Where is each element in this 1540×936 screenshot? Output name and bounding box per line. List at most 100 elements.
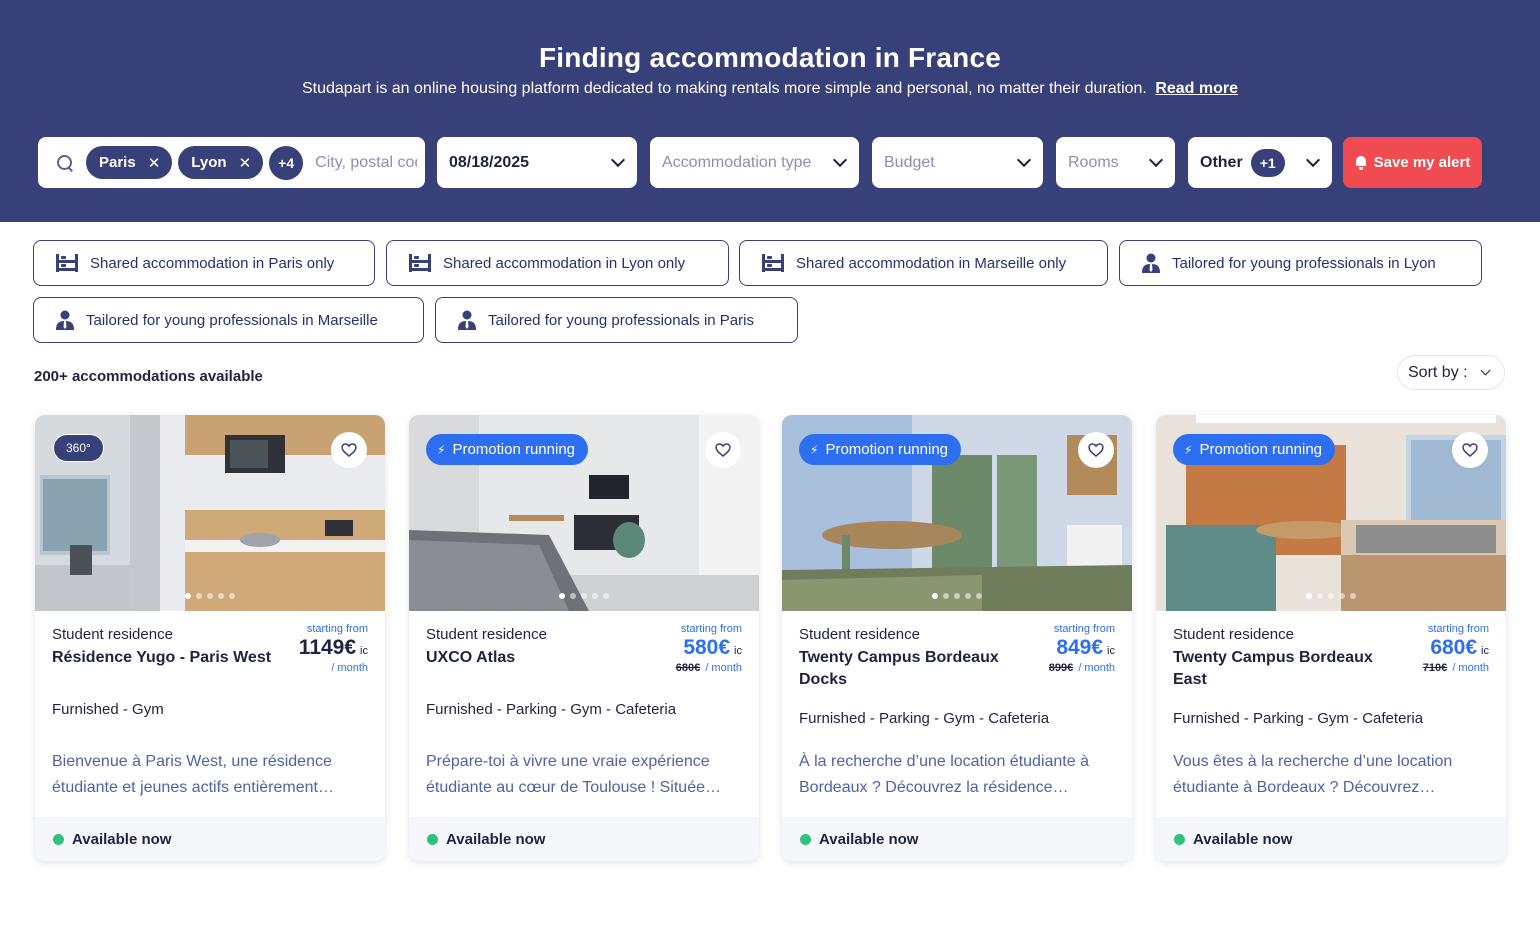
listing-price: starting from 680€ ic 710€ / month bbox=[1423, 623, 1489, 674]
listing-type: Student residence bbox=[52, 626, 173, 643]
price-suffix: ic bbox=[360, 645, 368, 657]
favorite-button[interactable] bbox=[705, 432, 741, 468]
availability-status: Available now bbox=[35, 817, 385, 861]
listing-card[interactable]: ⚡ Promotion running Student residence UXC… bbox=[409, 415, 759, 861]
listing-price: starting from 1149€ ic / month bbox=[299, 623, 368, 674]
location-tag-label: Lyon bbox=[191, 154, 227, 171]
favorite-button[interactable] bbox=[1452, 432, 1488, 468]
listing-name: Résidence Yugo - Paris West bbox=[52, 649, 272, 666]
favorite-button[interactable] bbox=[331, 432, 367, 468]
professional-person-icon bbox=[458, 310, 476, 330]
chip-professionals-paris[interactable]: Tailored for young professionals in Pari… bbox=[435, 297, 798, 343]
price-value: 580€ bbox=[683, 636, 731, 659]
bunk-bed-icon bbox=[762, 254, 784, 272]
heart-icon bbox=[715, 443, 731, 457]
other-label-text: Other bbox=[1200, 153, 1243, 171]
old-price: 899€ bbox=[1048, 662, 1074, 674]
lightning-icon: ⚡ bbox=[437, 442, 446, 457]
chevron-down-icon bbox=[1148, 152, 1164, 168]
chip-label: Shared accommodation in Marseille only bbox=[796, 254, 1067, 272]
chip-shared-paris[interactable]: Shared accommodation in Paris only bbox=[33, 240, 375, 286]
rooms-select[interactable]: Rooms bbox=[1056, 137, 1175, 188]
read-more-link[interactable]: Read more bbox=[1155, 80, 1238, 97]
price-prefix: starting from bbox=[1053, 623, 1115, 635]
chevron-down-icon bbox=[1305, 152, 1321, 168]
chip-label: Tailored for young professionals in Lyon bbox=[1172, 254, 1436, 272]
accommodation-type-select[interactable]: Accommodation type bbox=[650, 137, 859, 188]
date-select[interactable]: 08/18/2025 bbox=[437, 137, 637, 188]
chip-shared-lyon[interactable]: Shared accommodation in Lyon only bbox=[386, 240, 729, 286]
photo-pagination[interactable] bbox=[782, 593, 1132, 599]
chevron-down-icon bbox=[1480, 365, 1491, 376]
price-period: 680€ / month bbox=[676, 662, 742, 674]
chip-label: Tailored for young professionals in Pari… bbox=[488, 311, 754, 329]
listing-card[interactable]: 360° Student residence Résidence Yugo - … bbox=[35, 415, 385, 861]
bunk-bed-icon bbox=[56, 254, 78, 272]
price-amount: 849€ ic bbox=[1049, 636, 1115, 660]
date-value: 08/18/2025 bbox=[449, 153, 530, 171]
photo-pagination[interactable] bbox=[1156, 593, 1506, 599]
price-suffix: ic bbox=[1107, 645, 1115, 657]
hero-banner: Finding accommodation in France Studapar… bbox=[0, 0, 1540, 222]
search-input[interactable]: City, postal code bbox=[315, 154, 417, 172]
save-alert-button[interactable]: Save my alert bbox=[1343, 137, 1482, 188]
listing-description: Bienvenue à Paris West, une résidence ét… bbox=[52, 753, 334, 796]
availability-status: Available now bbox=[409, 817, 759, 861]
listing-photo[interactable]: ⚡ Promotion running bbox=[409, 415, 759, 611]
listing-photo[interactable]: ⚡ Promotion running bbox=[1156, 415, 1506, 611]
price-period-text: / month bbox=[1452, 662, 1489, 674]
lightning-icon: ⚡ bbox=[810, 442, 819, 457]
favorite-button[interactable] bbox=[1078, 432, 1114, 468]
more-locations-badge[interactable]: +4 bbox=[269, 145, 304, 180]
listing-card[interactable]: ⚡ Promotion running Student residence Twe… bbox=[782, 415, 1132, 861]
old-price: 680€ bbox=[675, 662, 701, 674]
chip-professionals-lyon[interactable]: Tailored for young professionals in Lyon bbox=[1119, 240, 1482, 286]
listing-photo[interactable]: 360° bbox=[35, 415, 385, 611]
availability-text: Available now bbox=[1193, 830, 1293, 848]
budget-select[interactable]: Budget bbox=[872, 137, 1043, 188]
close-icon[interactable]: ✕ bbox=[148, 154, 161, 172]
chevron-down-icon bbox=[1016, 152, 1032, 168]
promotion-badge: ⚡ Promotion running bbox=[799, 434, 962, 465]
other-filters-count: +1 bbox=[1250, 148, 1285, 177]
professional-person-icon bbox=[1142, 253, 1160, 273]
listing-description: Prépare-toi à vivre une vraie expérience… bbox=[426, 753, 721, 796]
rooms-label: Rooms bbox=[1068, 153, 1119, 171]
search-icon bbox=[56, 154, 74, 172]
chip-shared-marseille[interactable]: Shared accommodation in Marseille only bbox=[739, 240, 1108, 286]
old-price: 710€ bbox=[1422, 662, 1448, 674]
listing-name: UXCO Atlas bbox=[426, 649, 516, 666]
listing-photo[interactable]: ⚡ Promotion running bbox=[782, 415, 1132, 611]
listing-price: starting from 849€ ic 899€ / month bbox=[1049, 623, 1115, 674]
price-amount: 580€ ic bbox=[676, 636, 742, 660]
listing-card[interactable]: ⚡ Promotion running Student residence Twe… bbox=[1156, 415, 1506, 861]
close-icon[interactable]: ✕ bbox=[239, 154, 252, 172]
price-prefix: starting from bbox=[306, 623, 368, 635]
accommodation-type-label: Accommodation type bbox=[662, 153, 812, 171]
price-period-text: / month bbox=[331, 662, 368, 674]
promotion-label: Promotion running bbox=[825, 441, 949, 458]
promotion-badge: ⚡ Promotion running bbox=[1173, 434, 1336, 465]
photo-pagination[interactable] bbox=[35, 593, 385, 599]
promotion-label: Promotion running bbox=[452, 441, 576, 458]
promotion-label: Promotion running bbox=[1199, 441, 1323, 458]
price-suffix: ic bbox=[734, 645, 742, 657]
location-tag-paris[interactable]: Paris ✕ bbox=[86, 146, 173, 179]
price-period: / month bbox=[299, 662, 368, 674]
chip-professionals-marseille[interactable]: Tailored for young professionals in Mars… bbox=[33, 297, 424, 343]
location-tag-lyon[interactable]: Lyon ✕ bbox=[178, 146, 264, 179]
lightning-icon: ⚡ bbox=[1184, 442, 1193, 457]
price-period-text: / month bbox=[1078, 662, 1115, 674]
listing-features: Furnished - Parking - Gym - Cafeteria bbox=[799, 710, 1050, 727]
sort-dropdown[interactable]: Sort by : bbox=[1397, 355, 1505, 390]
status-dot bbox=[427, 833, 438, 845]
availability-text: Available now bbox=[72, 830, 172, 848]
page-title: Finding accommodation in France bbox=[538, 42, 1002, 73]
heart-icon bbox=[341, 443, 357, 457]
listing-name: Twenty Campus Bordeaux East bbox=[1173, 649, 1373, 688]
other-filters-select[interactable]: Other +1 bbox=[1188, 137, 1332, 188]
location-search[interactable]: Paris ✕ Lyon ✕ +4 City, postal code bbox=[38, 137, 425, 188]
chip-label: Shared accommodation in Paris only bbox=[90, 254, 335, 272]
status-dot bbox=[800, 833, 811, 845]
photo-pagination[interactable] bbox=[409, 593, 759, 599]
